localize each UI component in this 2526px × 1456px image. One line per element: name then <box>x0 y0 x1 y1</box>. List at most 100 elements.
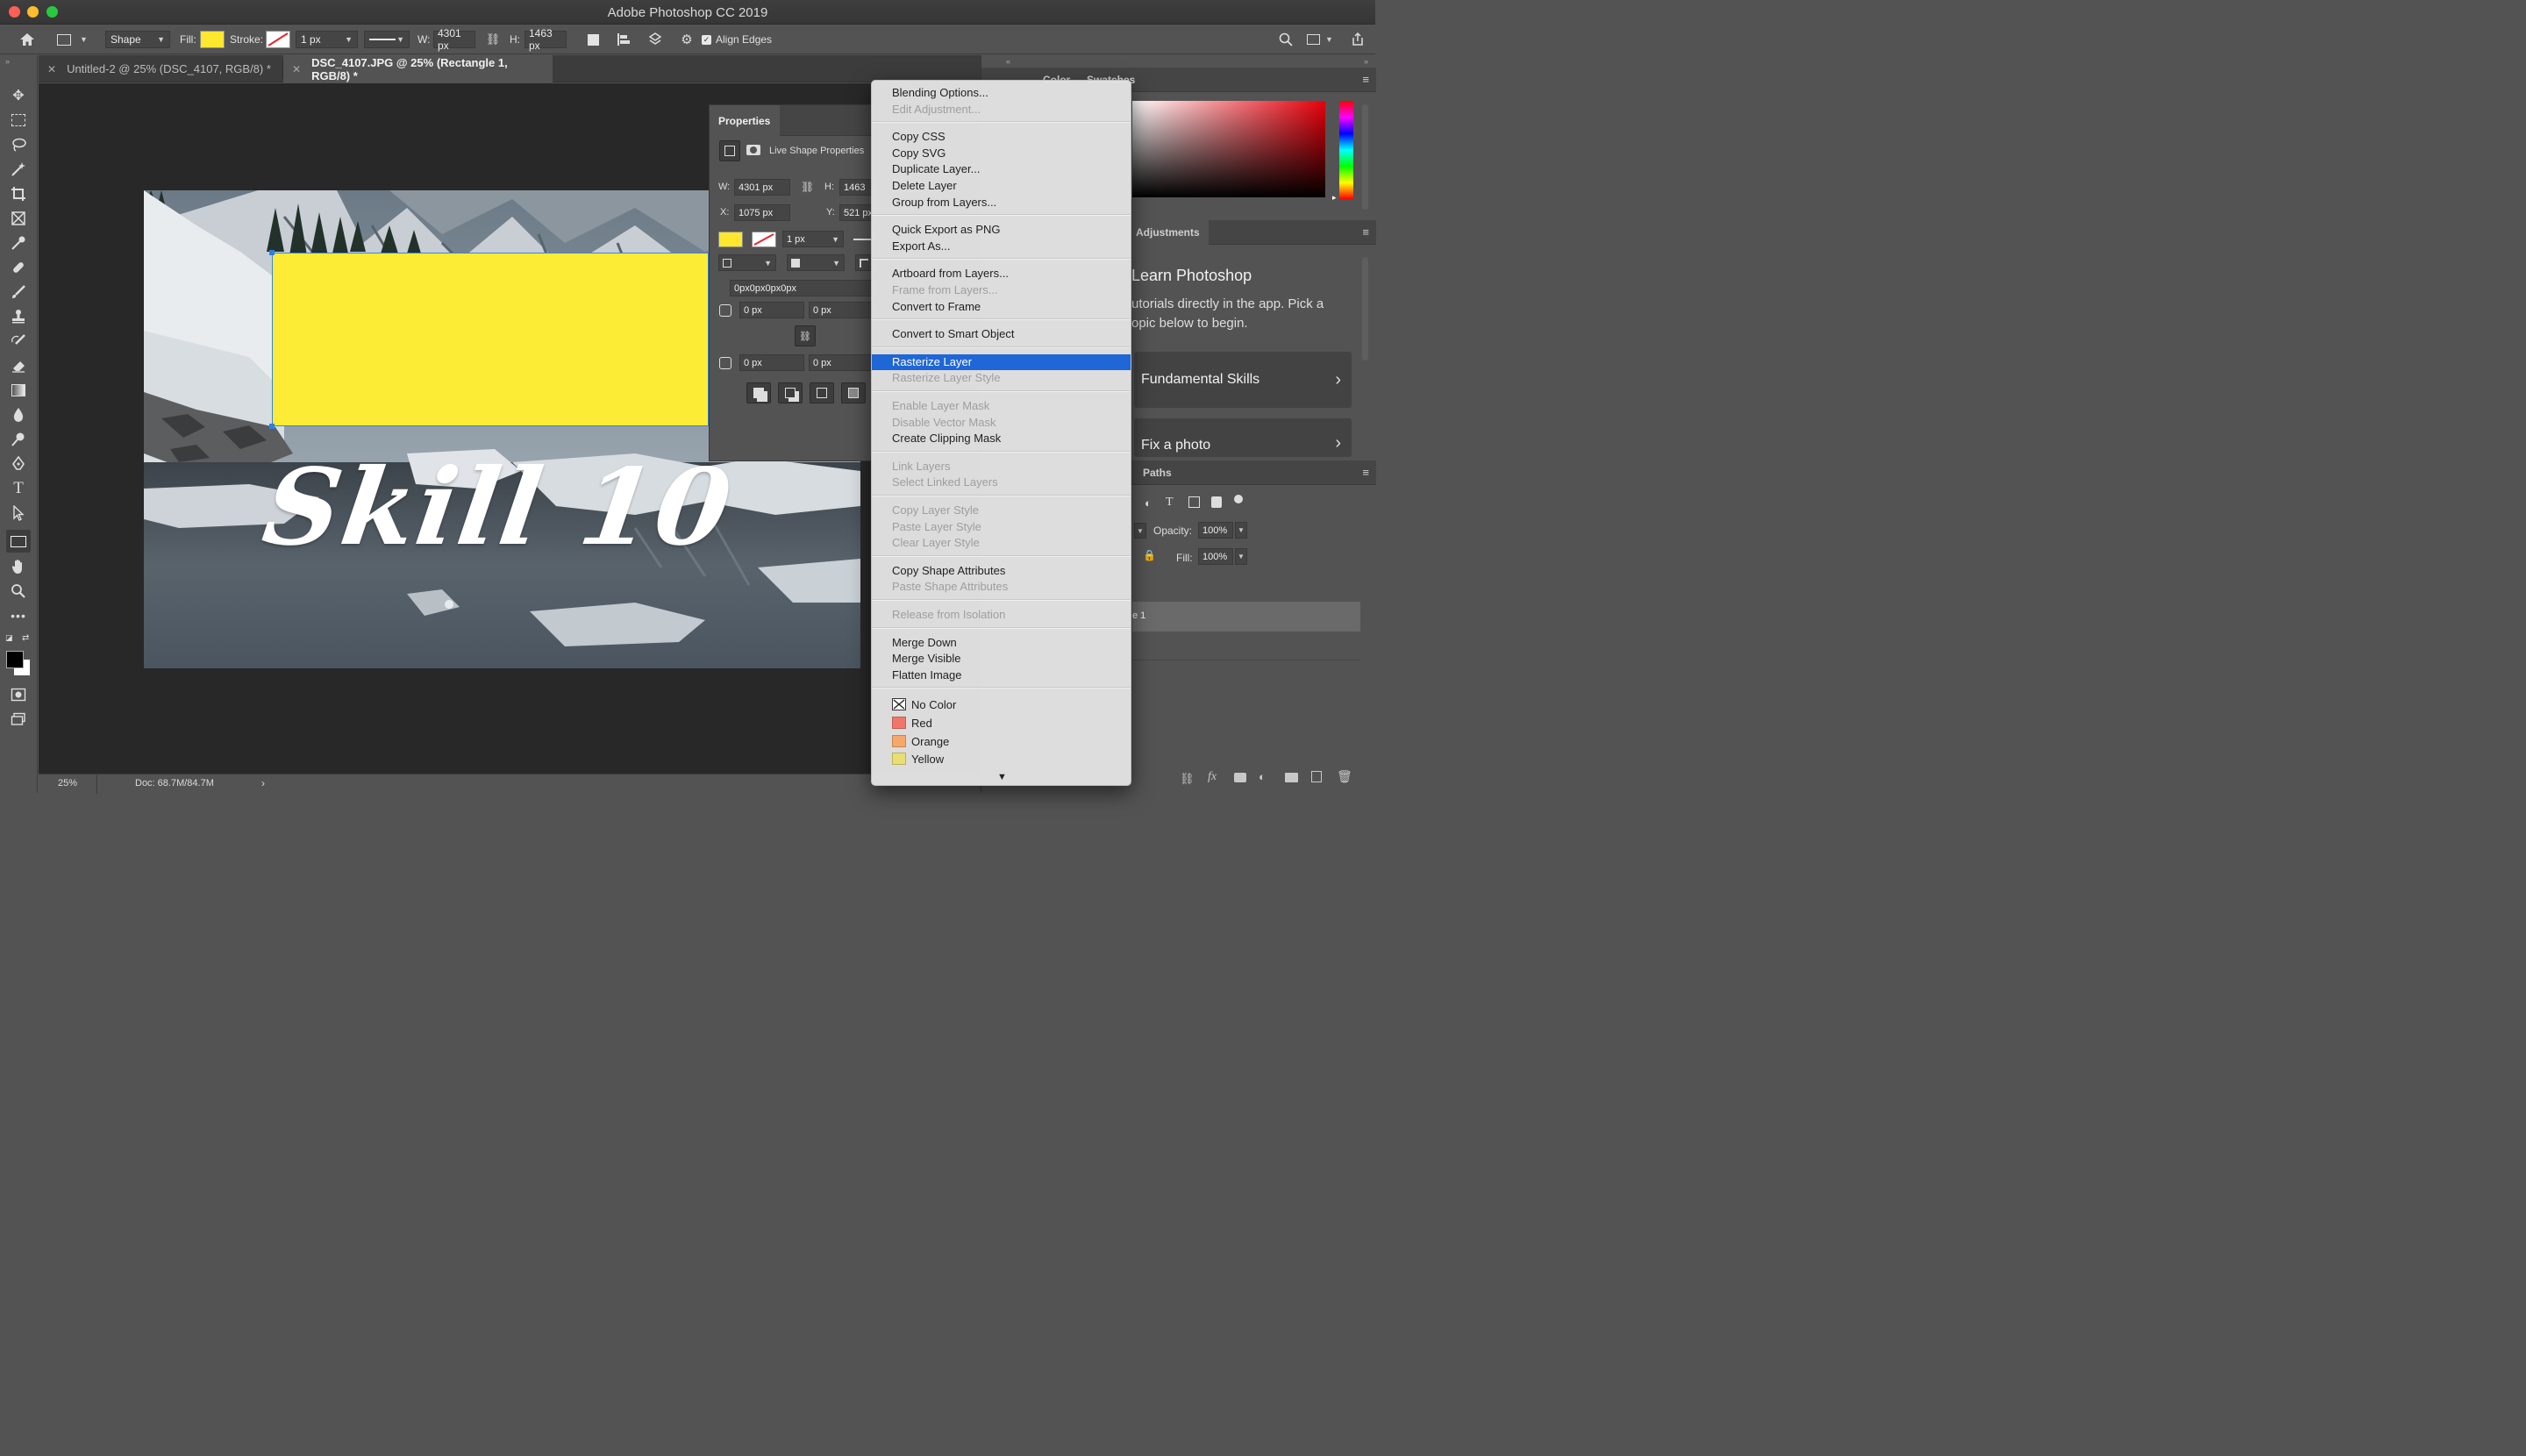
menu-item-color-red[interactable]: Red <box>872 715 1131 732</box>
lock-icon[interactable]: 🔒 <box>1143 549 1156 561</box>
clone-stamp-tool-icon[interactable] <box>6 305 31 328</box>
menu-item-merge-down[interactable]: Merge Down <box>872 635 1131 651</box>
share-icon[interactable] <box>1349 30 1366 49</box>
fill-input[interactable]: 100% <box>1198 548 1233 565</box>
close-icon[interactable]: ✕ <box>47 63 56 75</box>
gradient-tool-icon[interactable] <box>6 379 31 402</box>
stroke-color-swatch[interactable] <box>752 232 776 247</box>
menu-item-color-no-color[interactable]: No Color <box>872 696 1131 714</box>
layer-row-selected[interactable]: e 1 <box>1132 602 1360 632</box>
fill-color-swatch[interactable] <box>200 31 225 48</box>
scrollbar[interactable] <box>1362 257 1368 360</box>
stroke-type-dropdown[interactable]: ▼ <box>364 31 410 48</box>
menu-item-create-clipping-mask[interactable]: Create Clipping Mask <box>872 431 1131 446</box>
color-field[interactable] <box>1132 101 1325 197</box>
delete-layer-icon[interactable]: 🗑 <box>1337 769 1352 784</box>
stroke-cap-dropdown[interactable]: ▼ <box>787 254 845 271</box>
menu-item-convert-to-frame[interactable]: Convert to Frame <box>872 299 1131 315</box>
corner-tr-input[interactable]: 0 px <box>809 302 876 318</box>
combine-shapes-icon[interactable] <box>746 382 771 403</box>
link-corners-icon[interactable]: ⛓ <box>795 325 816 346</box>
menu-item-copy-css[interactable]: Copy CSS <box>872 129 1131 145</box>
opacity-input[interactable]: 100% <box>1198 522 1233 539</box>
rectangle-tool-icon[interactable] <box>6 530 31 553</box>
move-tool-icon[interactable]: ✥ <box>6 84 31 107</box>
add-mask-icon[interactable] <box>1234 773 1246 782</box>
panel-menu-icon[interactable]: ≡ <box>1362 225 1369 239</box>
fundamental-skills-card[interactable]: Fundamental Skills › <box>1134 352 1352 408</box>
path-operations-icon[interactable] <box>584 30 602 49</box>
filter-smart-object-icon[interactable] <box>1211 496 1222 508</box>
transform-handle[interactable] <box>269 250 275 255</box>
swap-colors-icon[interactable]: ⇄ <box>22 633 29 643</box>
pen-tool-icon[interactable] <box>6 453 31 475</box>
menu-item-copy-svg[interactable]: Copy SVG <box>872 146 1131 161</box>
corner-bl-input[interactable]: 0 px <box>739 354 804 371</box>
panel-menu-icon[interactable]: ≡ <box>1362 466 1369 479</box>
subtract-shapes-icon[interactable] <box>778 382 803 403</box>
new-layer-icon[interactable] <box>1311 771 1322 782</box>
path-arrangement-icon[interactable] <box>646 30 664 49</box>
rectangle-shape-layer[interactable] <box>272 253 709 426</box>
zoom-level[interactable]: 25% <box>58 778 77 789</box>
corner-radius-all[interactable]: 0px0px0px0px <box>730 280 876 296</box>
hand-tool-icon[interactable] <box>6 555 31 578</box>
menu-item-color-yellow[interactable]: Yellow <box>872 751 1131 768</box>
fill-color-swatch[interactable] <box>718 232 743 247</box>
skill-10-text-layer[interactable]: Skill 10 <box>256 446 739 569</box>
layer-style-icon[interactable]: fx <box>1208 770 1217 784</box>
menu-item-color-orange[interactable]: Orange <box>872 733 1131 751</box>
fix-a-photo-card[interactable]: Fix a photo › <box>1134 418 1352 457</box>
history-brush-tool-icon[interactable] <box>6 330 31 353</box>
stroke-align-dropdown[interactable]: ▼ <box>718 254 776 271</box>
stroke-width-dropdown[interactable]: 1 px ▼ <box>782 231 844 247</box>
tab-adjustments[interactable]: Adjustments <box>1127 220 1209 245</box>
filter-shape-icon[interactable] <box>1188 496 1200 508</box>
transform-handle[interactable] <box>269 424 275 429</box>
zoom-tool-icon[interactable] <box>6 580 31 603</box>
x-input[interactable]: 1075 px <box>734 204 790 221</box>
hue-slider[interactable] <box>1339 101 1353 199</box>
blend-mode-dropdown[interactable]: ▼ <box>1134 523 1146 539</box>
color-swatches[interactable]: ◪ ⇄ <box>4 633 32 679</box>
close-icon[interactable]: ✕ <box>292 63 301 75</box>
exclude-shapes-icon[interactable] <box>841 382 866 403</box>
stroke-width-dropdown[interactable]: 1 px ▼ <box>296 31 358 48</box>
lasso-tool-icon[interactable] <box>6 133 31 156</box>
stroke-type-icon[interactable] <box>853 239 873 240</box>
crop-tool-icon[interactable] <box>6 182 31 205</box>
collapse-icon[interactable]: » <box>5 57 10 66</box>
width-input[interactable]: 4301 px <box>734 179 790 196</box>
menu-item-blending-options[interactable]: Blending Options... <box>872 85 1131 101</box>
scrollbar[interactable] <box>1362 104 1368 210</box>
marquee-tool-icon[interactable] <box>6 109 31 132</box>
adjustment-layer-icon[interactable]: ◐ <box>1259 770 1266 783</box>
menu-item-duplicate-layer[interactable]: Duplicate Layer... <box>872 161 1131 177</box>
menu-item-copy-shape-attributes[interactable]: Copy Shape Attributes <box>872 563 1131 579</box>
tab-properties[interactable]: Properties <box>710 105 780 136</box>
search-icon[interactable] <box>1277 30 1295 49</box>
menu-item-rasterize-layer[interactable]: Rasterize Layer <box>872 353 1131 370</box>
more-tools-icon[interactable]: ••• <box>6 604 31 627</box>
tab-untitled-2[interactable]: ✕ Untitled-2 @ 25% (DSC_4107, RGB/8) * <box>39 55 282 82</box>
tab-paths[interactable]: Paths <box>1134 460 1181 485</box>
blur-tool-icon[interactable] <box>6 403 31 426</box>
panel-menu-icon[interactable]: ≡ <box>1362 73 1369 86</box>
scroll-down-arrow-icon[interactable]: ▼ <box>872 772 1131 782</box>
stroke-color-swatch[interactable] <box>266 31 290 48</box>
height-input[interactable]: 1463 px <box>524 27 567 52</box>
width-input[interactable]: 4301 px <box>433 27 475 52</box>
link-icon[interactable]: ⛓ <box>484 30 502 49</box>
filter-toggle-icon[interactable] <box>1234 495 1243 503</box>
foreground-color-swatch[interactable] <box>6 651 24 668</box>
layer-row[interactable] <box>1132 632 1360 660</box>
live-shape-transform-icon[interactable] <box>719 140 740 161</box>
menu-item-merge-visible[interactable]: Merge Visible <box>872 651 1131 667</box>
screen-mode-icon[interactable] <box>6 708 31 731</box>
chevron-down-icon[interactable]: ▼ <box>1235 522 1247 539</box>
brush-tool-icon[interactable] <box>6 281 31 303</box>
link-layers-icon[interactable]: ⛓ <box>1180 772 1195 786</box>
expand-icon[interactable]: » <box>1364 57 1368 66</box>
frame-tool-icon[interactable] <box>6 207 31 230</box>
menu-item-flatten-image[interactable]: Flatten Image <box>872 667 1131 683</box>
